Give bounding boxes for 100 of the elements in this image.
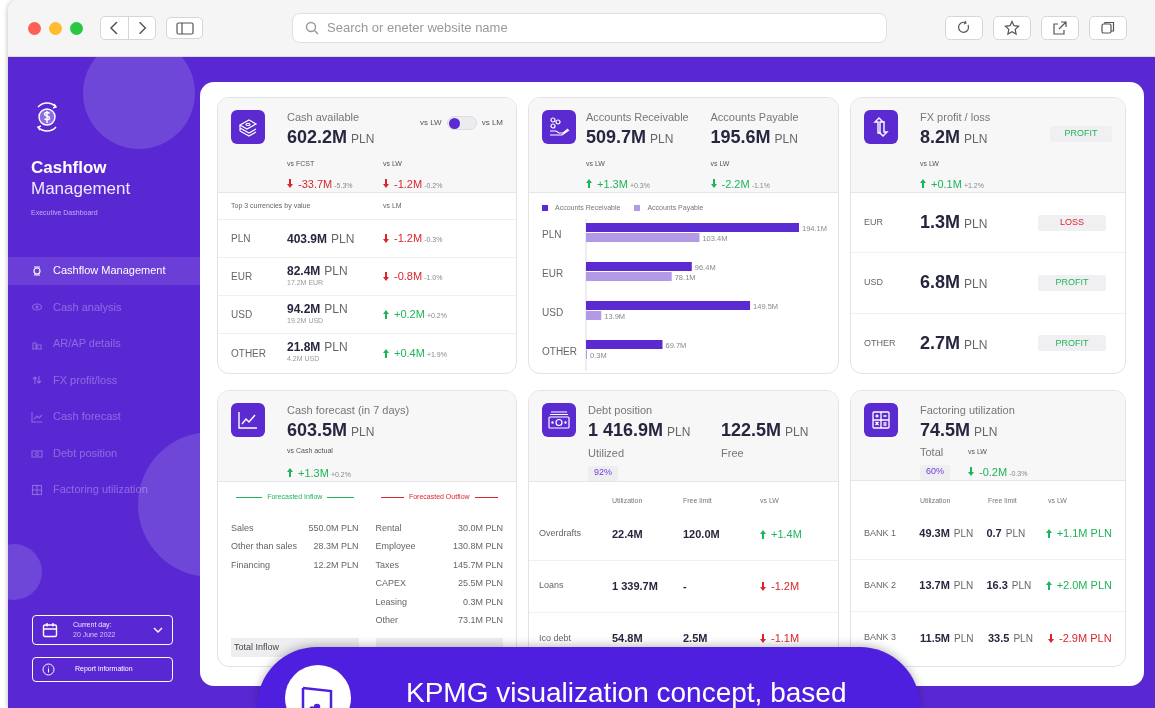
card-title: Cash available bbox=[287, 110, 361, 124]
row-label: BANK 2 bbox=[864, 578, 897, 592]
delta-value: +2.0M PLN bbox=[1056, 578, 1112, 594]
delta-value: -2.9M PLN bbox=[1059, 630, 1112, 646]
nav-item[interactable]: Cashflow Management bbox=[8, 256, 200, 285]
figure-label: Free bbox=[721, 446, 745, 461]
item-label: Sales bbox=[231, 521, 254, 535]
delta-value: -1.2M bbox=[771, 578, 800, 594]
currency-label: EUR bbox=[864, 215, 884, 229]
unit-label: PLN bbox=[964, 131, 988, 148]
nav-item[interactable]: Debt position bbox=[8, 439, 200, 467]
metric-value: 33.5 bbox=[988, 630, 1010, 646]
unit-label: PLN bbox=[964, 216, 988, 234]
nav-item[interactable]: FX profit/loss bbox=[8, 366, 200, 394]
metric-value: 1 416.9M bbox=[588, 419, 664, 442]
category-label: OTHER bbox=[542, 345, 577, 357]
item-label: Other than sales bbox=[231, 540, 298, 553]
metric-value: 82.4M bbox=[287, 264, 321, 277]
delta-value: -2.2M bbox=[721, 176, 750, 192]
app-title: Cashflow bbox=[31, 157, 108, 178]
delta-value: +0.1M bbox=[931, 176, 962, 192]
share-button[interactable] bbox=[1041, 16, 1079, 40]
hand-coins-icon bbox=[542, 110, 576, 144]
chevron-down-icon bbox=[153, 626, 163, 634]
metric-value: 603.5M bbox=[287, 419, 348, 442]
delta-value: -1.1M bbox=[771, 631, 800, 647]
unit-label: PLN bbox=[667, 424, 691, 441]
calendar-icon bbox=[42, 622, 58, 638]
delta-value: -0.8M bbox=[394, 269, 423, 285]
window-control[interactable] bbox=[28, 21, 41, 35]
item-value: 12.2M PLN bbox=[313, 558, 359, 572]
banknote-icon bbox=[542, 403, 576, 437]
metric-value: 49.3M bbox=[919, 526, 950, 542]
item-label: Other bbox=[375, 614, 398, 627]
metric-value: 602.2M bbox=[287, 126, 348, 149]
star-button[interactable] bbox=[993, 16, 1031, 40]
currency-label: EUR bbox=[231, 270, 254, 284]
currency-label: OTHER bbox=[231, 346, 267, 361]
address-placeholder: Search or eneter website name bbox=[327, 19, 508, 38]
card-title: Debt position bbox=[588, 403, 654, 417]
tabs-icon bbox=[1100, 20, 1116, 36]
sidebar-toggle-button[interactable] bbox=[166, 17, 203, 39]
card-title: Accounts Receivable bbox=[586, 110, 690, 124]
share-badge: 92% bbox=[588, 465, 618, 481]
item-label: CAPEX bbox=[375, 577, 406, 590]
nav-icon bbox=[31, 447, 43, 459]
unit-label: PLN bbox=[953, 527, 974, 542]
unit-label: PLN bbox=[1013, 631, 1033, 646]
metric-value: 8.2M bbox=[920, 126, 961, 149]
toggle-switch[interactable] bbox=[446, 116, 477, 130]
item-value: 73.1M PLN bbox=[457, 614, 503, 627]
metric-value: 74.5M bbox=[920, 419, 971, 442]
currency-label: USD bbox=[864, 276, 884, 290]
info-icon bbox=[42, 663, 55, 676]
address-bar[interactable]: Search or eneter website name bbox=[292, 13, 887, 43]
reload-button[interactable] bbox=[945, 16, 983, 40]
status-badge: PROFIT bbox=[1038, 275, 1106, 291]
nav-item[interactable]: Factoring utilization bbox=[8, 475, 200, 504]
delta-value: -1.2M bbox=[394, 231, 423, 247]
reload-icon bbox=[956, 20, 972, 36]
total-label: Total Inflow bbox=[234, 640, 280, 654]
window-control[interactable] bbox=[49, 21, 62, 35]
table-cell-text: 1 339.7M bbox=[612, 578, 659, 594]
unit-label: PLN bbox=[974, 424, 998, 441]
item-label: Employee bbox=[375, 540, 416, 553]
delta-value: +1.3M bbox=[298, 465, 329, 481]
delta-value: +1.1M PLN bbox=[1056, 526, 1112, 542]
window-control[interactable] bbox=[70, 21, 83, 35]
delta-value: -33.7M bbox=[298, 176, 333, 192]
banner-text: KPMG visualization concept, based bbox=[406, 676, 847, 708]
category-label: USD bbox=[542, 306, 564, 318]
app-subtitle: Management bbox=[31, 178, 132, 199]
nav-icon bbox=[31, 410, 43, 423]
row-label: Overdrafts bbox=[539, 527, 582, 541]
item-value: 550.0M PLN bbox=[308, 521, 359, 535]
metric-value: 2.7M bbox=[920, 331, 961, 355]
metric-value: 1.3M bbox=[920, 211, 961, 235]
figure-label: Total bbox=[920, 445, 945, 460]
metric-value: 94.2M bbox=[287, 302, 321, 315]
row-label: BANK 1 bbox=[864, 526, 897, 540]
search-icon bbox=[305, 21, 319, 35]
item-label: Taxes bbox=[375, 558, 399, 572]
unit-label: PLN bbox=[964, 336, 988, 354]
delta-value: -0.2M bbox=[979, 464, 1008, 480]
currency-label: PLN bbox=[231, 232, 252, 246]
figure-label: Utilized bbox=[588, 446, 626, 461]
tabs-button[interactable] bbox=[1089, 16, 1127, 40]
table-cell-text: - bbox=[683, 578, 688, 594]
item-label: Leasing bbox=[375, 595, 408, 609]
nav-item[interactable]: AR/AP details bbox=[8, 329, 200, 358]
unit-label: PLN bbox=[953, 631, 974, 646]
unit-label: PLN bbox=[324, 302, 348, 315]
unit-label: PLN bbox=[1011, 579, 1032, 594]
metric-value: 0.7 bbox=[986, 526, 1002, 542]
category-label: PLN bbox=[542, 228, 562, 240]
row-label: Loans bbox=[539, 579, 565, 593]
delta-value: +0.2M bbox=[394, 307, 425, 323]
nav-icon bbox=[31, 374, 43, 386]
item-value: 30.0M PLN bbox=[457, 521, 503, 535]
metric-value: 13.7M bbox=[919, 578, 950, 594]
